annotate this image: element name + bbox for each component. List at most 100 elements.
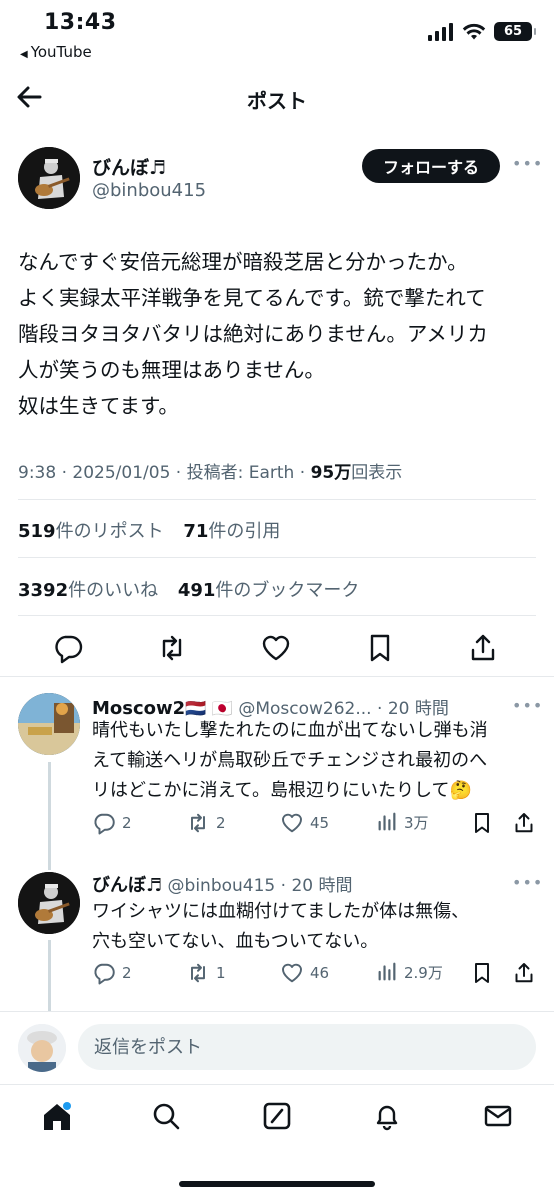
tab-grok[interactable] (261, 1100, 293, 1132)
reply-repost-count: 2 (216, 814, 226, 832)
reply-reply-button[interactable]: 2 (92, 811, 132, 835)
mail-icon (484, 1105, 512, 1127)
bell-icon (376, 1105, 398, 1131)
bookmarks-stat[interactable]: 491件のブックマーク (178, 580, 360, 601)
tab-search[interactable] (150, 1100, 182, 1132)
reposts-label: 件のリポスト (55, 521, 164, 542)
share-icon (471, 634, 495, 661)
post-time: 9:38 (18, 463, 57, 483)
search-icon (153, 1103, 180, 1130)
retweet-icon (191, 813, 205, 833)
stats-row-likes: 3392件のいいね 491件のブックマーク (18, 576, 373, 602)
share-button[interactable] (467, 632, 499, 664)
heart-icon (262, 635, 290, 661)
home-indicator (179, 1181, 375, 1187)
reply-repost-button[interactable]: 1 (186, 961, 226, 985)
reply-input[interactable] (78, 1024, 536, 1070)
reply-author-name[interactable]: びんぼ♬ (92, 875, 162, 896)
divider (18, 615, 536, 616)
signal-icon (428, 22, 453, 41)
divider (0, 676, 554, 677)
reply-views-count: 2.9万 (404, 963, 443, 982)
reply-bookmark-button[interactable] (470, 961, 494, 985)
back-triangle-icon: ◀ (20, 49, 28, 60)
page-title: ポスト (247, 89, 307, 113)
reply-author-handle[interactable]: @binbou415 (168, 876, 276, 896)
post-date[interactable]: 2025/01/05 (72, 463, 170, 483)
tab-home[interactable] (40, 1100, 72, 1132)
bookmark-icon (475, 813, 489, 833)
reply-time: 20 時間 (291, 876, 353, 896)
status-icons: 65 (428, 22, 536, 41)
tab-bar (0, 1090, 554, 1150)
repost-button[interactable] (156, 632, 188, 664)
tab-notifications[interactable] (371, 1100, 403, 1132)
like-button[interactable] (260, 632, 292, 664)
reply-share-button[interactable] (512, 811, 536, 835)
author-handle[interactable]: @binbou415 (92, 180, 206, 201)
reply-text: ワイシャツには血糊付けてましたが体は無傷、 穴も空いてない、血もついてない。 (92, 901, 470, 952)
reply-icon (55, 635, 83, 664)
retweet-icon (191, 963, 205, 983)
reply-more-button[interactable]: ••• (512, 696, 543, 715)
back-app-label: YouTube (30, 43, 92, 61)
quotes-stat[interactable]: 71件の引用 (183, 521, 280, 542)
reply-avatar[interactable] (18, 693, 80, 755)
author-name[interactable]: びんぼ♬ (92, 153, 166, 180)
views-icon (378, 962, 396, 981)
reply-like-count: 46 (310, 964, 330, 982)
post-more-button[interactable]: ••• (512, 154, 543, 173)
heart-icon (282, 963, 302, 983)
back-to-app-link[interactable]: ◀ YouTube (20, 43, 92, 61)
likes-count: 3392 (18, 580, 69, 601)
reply-like-count: 45 (310, 814, 330, 832)
divider (18, 499, 536, 500)
reply-bookmark-button[interactable] (470, 811, 494, 835)
reply-button[interactable] (52, 632, 84, 664)
author-avatar[interactable] (18, 147, 80, 209)
reply-like-button[interactable]: 45 (280, 811, 329, 835)
home-icon (44, 1102, 71, 1130)
bookmark-icon (475, 963, 489, 983)
reply-share-button[interactable] (512, 961, 536, 985)
retweet-icon (162, 635, 182, 661)
wifi-icon (462, 23, 486, 39)
reply-views-count: 3万 (404, 813, 429, 832)
stats-row-reposts: 519件のリポスト 71件の引用 (18, 517, 294, 543)
nav-header: ポスト (0, 70, 554, 126)
bookmark-button[interactable] (364, 632, 396, 664)
likes-label: 件のいいね (68, 580, 159, 601)
grok-icon (263, 1102, 291, 1130)
heart-icon (282, 813, 302, 833)
reply-composer (0, 1012, 554, 1082)
reply-views-button[interactable]: 2.9万 (376, 961, 443, 983)
bookmarks-count: 491 (177, 580, 216, 601)
post-action-bar (0, 628, 554, 668)
likes-stat[interactable]: 3392件のいいね (18, 580, 158, 601)
share-icon (515, 963, 533, 983)
reply-repost-button[interactable]: 2 (186, 811, 226, 835)
thread-line (48, 762, 51, 870)
status-time: 13:43 (44, 10, 117, 35)
my-avatar[interactable] (18, 1024, 66, 1072)
reply-reply-count: 2 (122, 814, 132, 832)
bookmarks-label: 件のブックマーク (215, 580, 360, 601)
status-bar: 13:43 ◀ YouTube 65 (0, 0, 554, 70)
reply-icon (94, 813, 115, 835)
reply-avatar[interactable] (18, 872, 80, 934)
reply-like-button[interactable]: 46 (280, 961, 329, 985)
reply-more-button[interactable]: ••• (512, 873, 543, 892)
thread-line (48, 940, 51, 1012)
reply-reply-button[interactable]: 2 (92, 961, 132, 985)
reply-views-button[interactable]: 3万 (376, 811, 429, 833)
reply-action-bar: 2 1 46 2.9万 (92, 961, 542, 991)
follow-button[interactable]: フォローする (362, 149, 500, 183)
reply-header: びんぼ♬ @binbou415 · 20 時間 (92, 875, 353, 896)
reposts-stat[interactable]: 519件のリポスト (18, 521, 164, 542)
tab-messages[interactable] (482, 1100, 514, 1132)
quotes-label: 件の引用 (208, 521, 281, 542)
reply-text: 晴代もいたし撃たれたのに血が出てないし弾も消 えて輸送ヘリが鳥取砂丘でチェンジさ… (92, 720, 488, 801)
reply-icon (94, 963, 115, 985)
reply-action-bar: 2 2 45 3万 (92, 811, 542, 841)
post-views-suffix: 回表示 (351, 463, 403, 483)
